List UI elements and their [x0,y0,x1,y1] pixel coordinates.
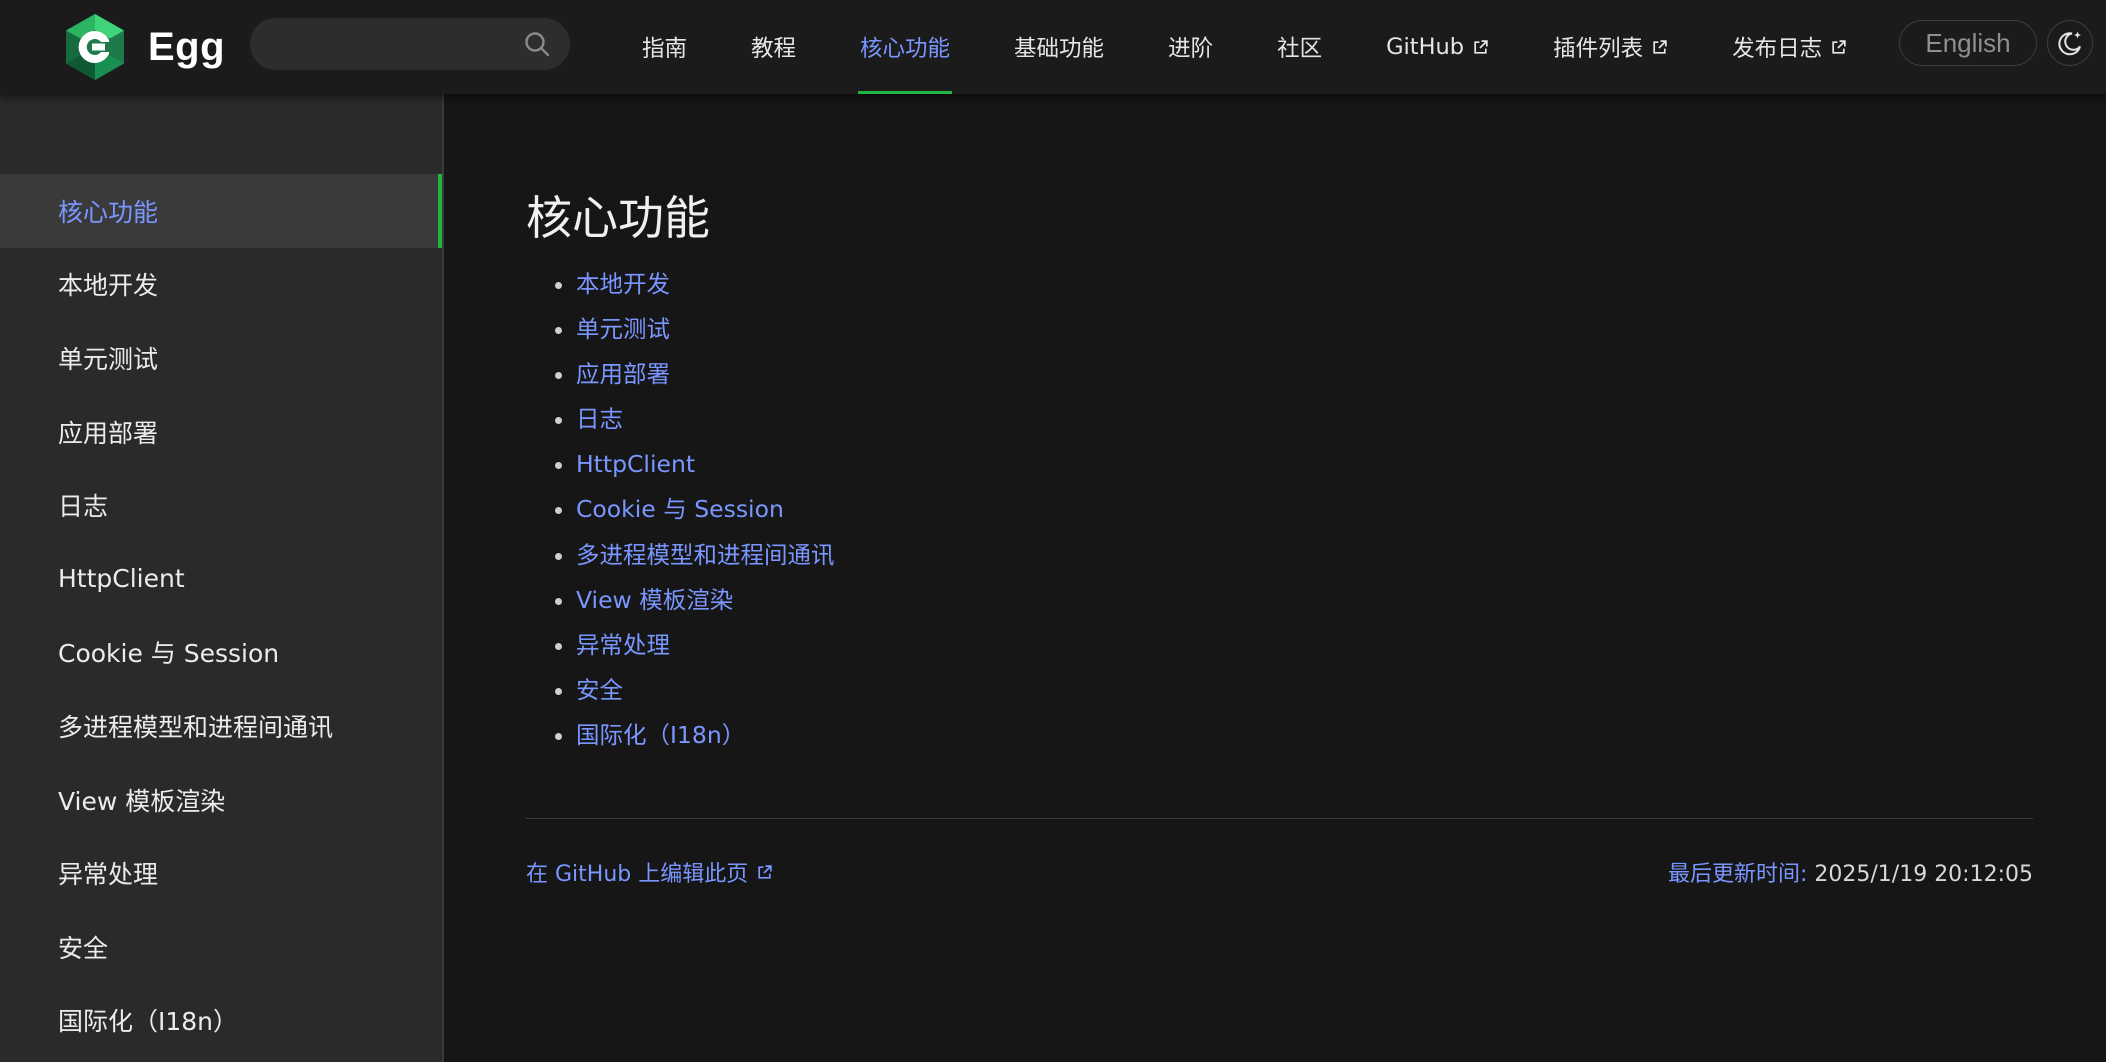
nav-item-tutorials[interactable]: 教程 [719,0,828,94]
sidebar-item-view[interactable]: View 模板渲染 [0,763,442,837]
sidebar: 核心功能 本地开发 单元测试 应用部署 日志 HttpClient Cookie… [0,94,444,1062]
last-updated-label: 最后更新时间: [1667,862,1808,887]
sidebar-item-logger[interactable]: 日志 [0,468,442,542]
edit-on-github-link[interactable]: 在 GitHub 上编辑此页 [526,856,773,888]
nav-item-label: 教程 [751,36,797,62]
toc-list: 本地开发 单元测试 应用部署 日志 HttpClient Cookie 与 Se… [526,262,835,758]
brand-link[interactable]: Egg [58,10,225,84]
search-box[interactable] [250,18,570,70]
toc-link-cluster-ipc[interactable]: 多进程模型和进程间通讯 [576,541,835,569]
language-switch-button[interactable]: English [1899,20,2037,66]
nav-item-label: GitHub [1386,34,1465,60]
page-title: 核心功能 [526,191,710,245]
list-item: 应用部署 [576,352,835,397]
list-item: 国际化（I18n） [576,713,835,758]
toc-link-deployment[interactable]: 应用部署 [576,360,670,388]
list-item: Cookie 与 Session [576,487,835,532]
list-item: 单元测试 [576,307,835,352]
external-link-icon [758,864,772,879]
list-item: 安全 [576,668,835,713]
toc-link-error-handling[interactable]: 异常处理 [576,631,670,659]
nav-item-label: 基础功能 [1014,36,1105,62]
sidebar-item-development[interactable]: 本地开发 [0,248,442,322]
nav-item-releases[interactable]: 发布日志 [1700,0,1879,94]
sidebar-item-core[interactable]: 核心功能 [0,174,442,248]
nav-item-github[interactable]: GitHub [1354,0,1521,94]
moon-star-icon [2058,31,2081,56]
toc-link-development[interactable]: 本地开发 [576,270,670,298]
list-item: View 模板渲染 [576,578,835,623]
nav-item-label: 指南 [642,36,688,62]
theme-toggle-button[interactable] [2047,20,2093,66]
list-item: HttpClient [576,442,835,487]
toc-link-cookie-session[interactable]: Cookie 与 Session [576,495,784,523]
top-navbar: Egg 指南 教程 核心功能 基础功能 进阶 社区 GitHub 插件列表 发布… [0,0,2106,94]
nav-item-label: 发布日志 [1732,36,1823,62]
last-updated: 最后更新时间: 2025/1/19 20:12:05 [1668,856,2033,888]
external-link-icon [1474,39,1488,54]
sidebar-list: 核心功能 本地开发 单元测试 应用部署 日志 HttpClient Cookie… [0,174,442,1057]
nav-item-label: 社区 [1277,36,1323,62]
nav-item-guide[interactable]: 指南 [610,0,719,94]
list-item: 本地开发 [576,262,835,307]
toc-link-i18n[interactable]: 国际化（I18n） [576,721,745,749]
external-link-icon [1653,39,1667,54]
sidebar-item-error-handling[interactable]: 异常处理 [0,836,442,910]
sidebar-item-i18n[interactable]: 国际化（I18n） [0,984,442,1058]
nav-item-label: 进阶 [1168,36,1214,62]
toc-link-httpclient[interactable]: HttpClient [576,450,695,478]
search-icon[interactable] [524,31,550,57]
toc-link-logger[interactable]: 日志 [576,405,623,433]
sidebar-item-httpclient[interactable]: HttpClient [0,542,442,616]
last-updated-value: 2025/1/19 20:12:05 [1814,862,2033,887]
list-item: 异常处理 [576,623,835,668]
edit-link-label: 在 GitHub 上编辑此页 [526,862,749,887]
search-input[interactable] [250,18,510,70]
nav-item-core[interactable]: 核心功能 [828,0,982,94]
nav-item-label: 核心功能 [860,36,951,62]
main-content: 核心功能 本地开发 单元测试 应用部署 日志 HttpClient Cookie… [444,94,2106,1062]
toc-link-security[interactable]: 安全 [576,676,623,704]
nav-item-label: 插件列表 [1553,36,1644,62]
toc-link-view[interactable]: View 模板渲染 [576,586,733,614]
sidebar-item-security[interactable]: 安全 [0,910,442,984]
sidebar-item-cookie-session[interactable]: Cookie 与 Session [0,616,442,690]
egg-logo-icon [58,10,132,84]
external-link-icon [1832,39,1846,54]
sidebar-item-deployment[interactable]: 应用部署 [0,395,442,469]
brand-name: Egg [148,24,226,69]
nav-item-advanced[interactable]: 进阶 [1136,0,1245,94]
list-item: 多进程模型和进程间通讯 [576,533,835,578]
list-item: 日志 [576,397,835,442]
nav-item-basics[interactable]: 基础功能 [982,0,1136,94]
nav-item-community[interactable]: 社区 [1245,0,1354,94]
footer-divider [526,818,2033,819]
sidebar-item-cluster-ipc[interactable]: 多进程模型和进程间通讯 [0,689,442,763]
main-nav: 指南 教程 核心功能 基础功能 进阶 社区 GitHub 插件列表 发布日志 [610,0,1879,94]
nav-item-plugins[interactable]: 插件列表 [1521,0,1700,94]
toc-link-unittest[interactable]: 单元测试 [576,315,670,343]
sidebar-item-unittest[interactable]: 单元测试 [0,321,442,395]
